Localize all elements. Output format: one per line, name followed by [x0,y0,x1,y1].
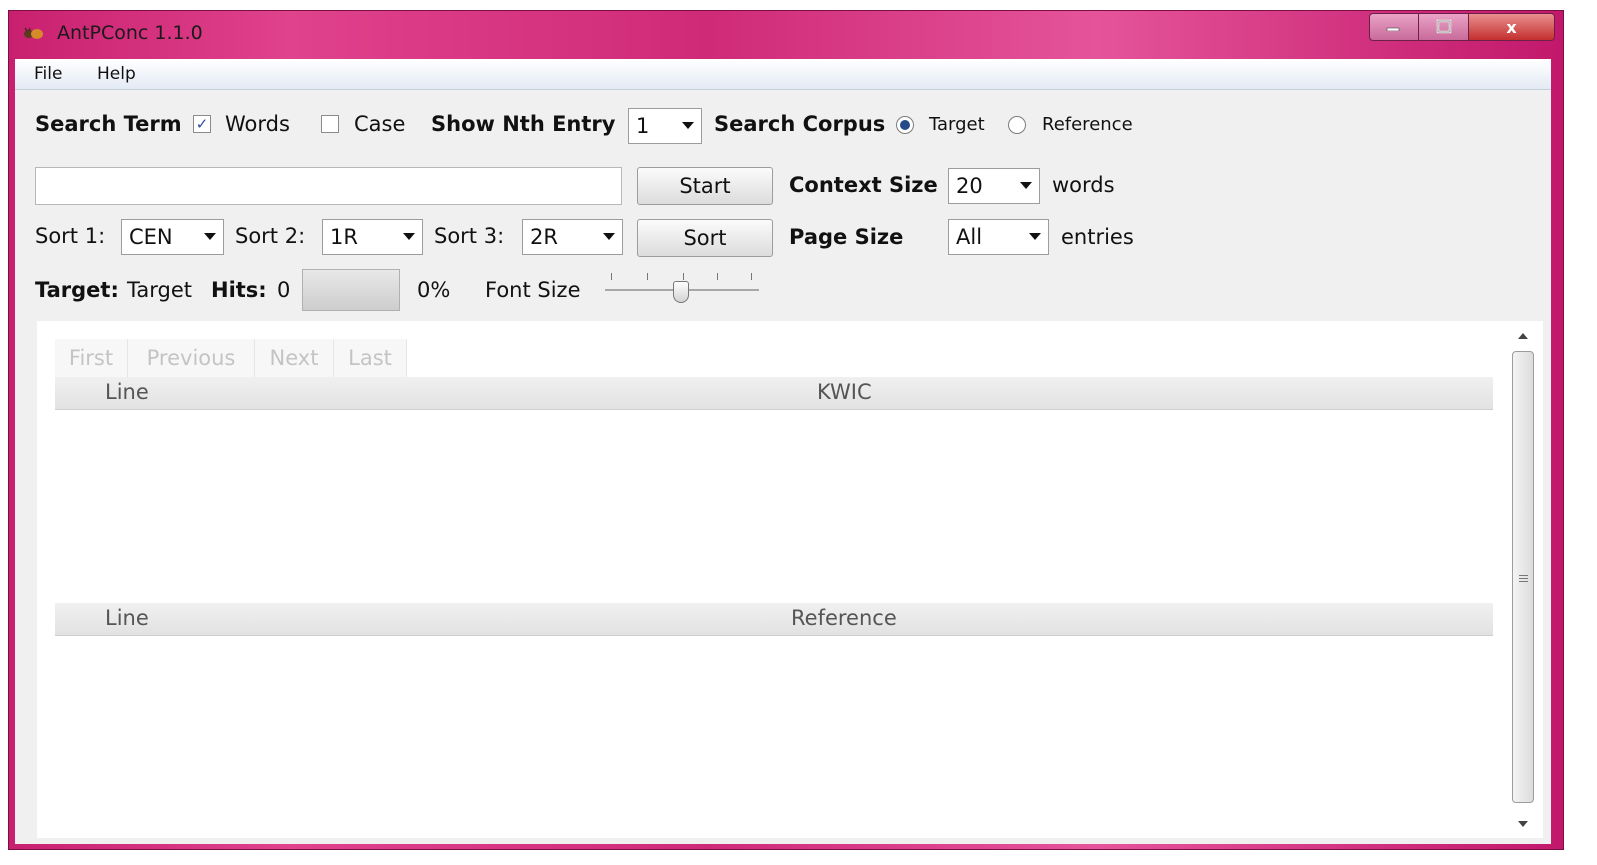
words-checkbox[interactable]: ✓ [193,115,211,133]
show-nth-entry-value: 1 [636,114,650,138]
show-nth-entry-select[interactable]: 1 [628,108,702,144]
menu-bar: File Help [15,59,1551,90]
case-checkbox[interactable] [321,115,339,133]
maximize-icon[interactable] [1419,13,1469,41]
chevron-down-icon [204,233,216,240]
progress-bar [302,269,400,311]
slider-tick [647,273,648,280]
font-size-label: Font Size [485,278,581,302]
grip-line [1519,575,1528,576]
context-size-select[interactable]: 20 [948,168,1040,204]
progress-percent: 0% [417,278,451,302]
hits-label: Hits: [211,278,267,302]
app-window: AntPConc 1.1.0 x File Help Search Term ✓… [8,10,1564,850]
kwic-line-column-header[interactable]: Line [105,380,149,404]
kwic-column-header[interactable]: KWIC [817,380,872,404]
search-corpus-label: Search Corpus [714,112,886,136]
scroll-down-icon[interactable] [1518,821,1528,827]
radio-reference[interactable] [1008,116,1026,134]
results-panel: First Previous Next Last Line KWIC Line … [37,321,1543,838]
sort2-select[interactable]: 1R [322,219,423,255]
hits-value: 0 [277,278,291,302]
grip-line [1519,578,1528,579]
reference-table-header: Line Reference [55,603,1493,636]
sort1-select[interactable]: CEN [121,219,224,255]
sort1-value: CEN [129,225,173,249]
window-title: AntPConc 1.1.0 [57,22,203,44]
slider-tick [683,273,684,280]
sort3-label: Sort 3: [434,224,505,248]
nav-last-button[interactable]: Last [334,339,407,377]
case-label: Case [354,112,406,136]
chevron-down-icon [1029,233,1041,240]
chevron-down-icon [682,122,694,129]
window-controls: x [1369,13,1555,43]
scrollbar-thumb[interactable] [1512,351,1534,803]
menu-file[interactable]: File [34,64,62,84]
nav-next-button[interactable]: Next [255,339,334,377]
menu-help[interactable]: Help [97,64,136,84]
close-icon[interactable]: x [1469,13,1555,41]
slider-tick [611,273,612,280]
ant-app-icon [24,27,43,39]
show-nth-entry-label: Show Nth Entry [431,112,616,136]
radio-target[interactable] [896,116,914,134]
chevron-down-icon [603,233,615,240]
nav-first-button[interactable]: First [55,339,128,377]
page-size-select[interactable]: All [948,219,1049,255]
main-panel: File Help Search Term ✓ Words Case Show … [15,59,1551,844]
sort-button[interactable]: Sort [637,219,773,257]
target-value: Target [127,278,192,302]
sort2-value: 1R [330,225,358,249]
title-bar[interactable]: AntPConc 1.1.0 x [9,11,1563,57]
sort1-label: Sort 1: [35,224,106,248]
search-term-label: Search Term [35,112,182,136]
slider-tick [751,273,752,280]
context-size-label: Context Size [789,173,938,197]
start-button[interactable]: Start [637,167,773,205]
page-size-unit-label: entries [1061,225,1134,249]
radio-target-label: Target [929,114,985,135]
search-term-input[interactable] [35,167,622,205]
minimize-icon[interactable] [1369,13,1419,41]
words-label: Words [225,112,290,136]
reference-column-header[interactable]: Reference [791,606,897,630]
sort3-select[interactable]: 2R [522,219,623,255]
target-label: Target: [35,278,119,302]
context-size-value: 20 [956,174,983,198]
page-size-value: All [956,225,983,249]
grip-line [1519,581,1528,582]
radio-reference-label: Reference [1042,114,1133,135]
vertical-scrollbar[interactable] [1509,321,1537,838]
kwic-table-header: Line KWIC [55,377,1493,410]
reference-line-column-header[interactable]: Line [105,606,149,630]
slider-tick [717,273,718,280]
page-size-label: Page Size [789,225,904,249]
context-unit-label: words [1052,173,1115,197]
sort2-label: Sort 2: [235,224,306,248]
slider-thumb[interactable] [673,281,689,303]
chevron-down-icon [1020,182,1032,189]
sort3-value: 2R [530,225,558,249]
nav-previous-button[interactable]: Previous [128,339,255,377]
scroll-up-icon[interactable] [1518,333,1528,339]
chevron-down-icon [403,233,415,240]
